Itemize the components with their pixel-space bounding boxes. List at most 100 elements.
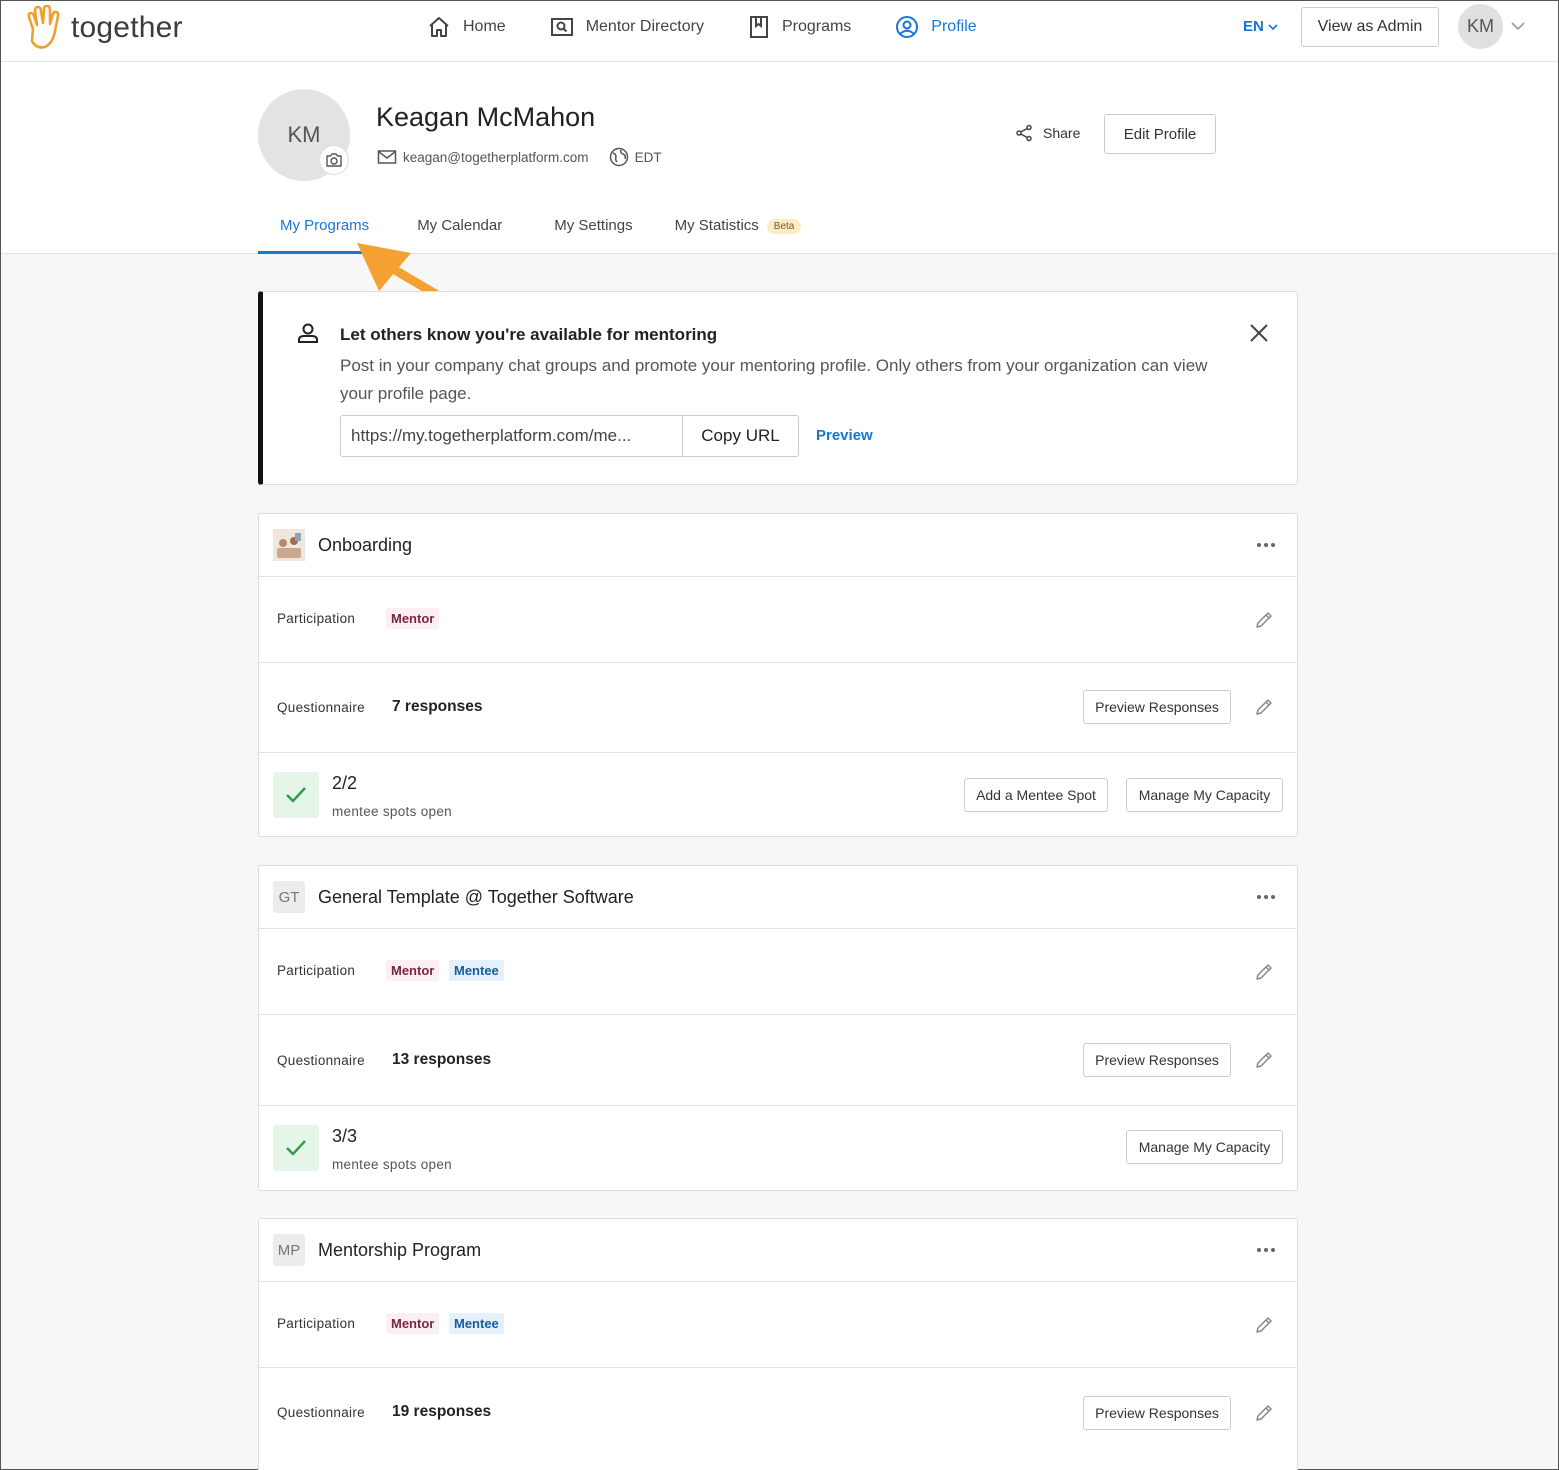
spots-label: mentee spots open bbox=[332, 804, 452, 819]
tab-my-statistics[interactable]: My Statistics Beta bbox=[655, 205, 824, 254]
program-card: GT General Template @ Together Software … bbox=[258, 865, 1298, 1191]
program-title: Onboarding bbox=[318, 535, 413, 555]
chevron-down-icon bbox=[1268, 23, 1278, 30]
user-circle-icon bbox=[896, 16, 919, 38]
edit-pencil-icon[interactable] bbox=[1253, 1402, 1275, 1424]
program-card: Onboarding Participation Mentor Question… bbox=[258, 513, 1298, 837]
questionnaire-label: Questionnaire bbox=[277, 1053, 365, 1068]
program-title: General Template @ Together Software bbox=[318, 887, 634, 907]
program-header: Onboarding bbox=[259, 514, 1297, 577]
mail-icon bbox=[377, 150, 397, 164]
program-thumbnail: GT bbox=[273, 881, 305, 913]
account-chevron-down-icon[interactable] bbox=[1511, 21, 1525, 31]
logo[interactable]: together bbox=[23, 5, 183, 51]
tab-my-settings-label: My Settings bbox=[554, 217, 633, 234]
globe-icon bbox=[609, 147, 628, 167]
edit-pencil-icon[interactable] bbox=[1253, 1049, 1275, 1071]
response-count: 19 responses bbox=[392, 1403, 492, 1420]
program-header: MP Mentorship Program bbox=[259, 1219, 1297, 1282]
preview-responses-button[interactable]: Preview Responses bbox=[1083, 690, 1231, 724]
hand-logo-icon bbox=[27, 5, 60, 49]
spots-label: mentee spots open bbox=[332, 1157, 452, 1172]
check-icon bbox=[286, 1140, 306, 1156]
program-header: GT General Template @ Together Software bbox=[259, 866, 1297, 929]
response-count: 7 responses bbox=[392, 698, 483, 715]
participation-label: Participation bbox=[277, 611, 356, 626]
home-icon bbox=[429, 17, 449, 37]
directory-icon bbox=[550, 18, 573, 36]
nav-home-label: Home bbox=[463, 18, 506, 35]
manage-capacity-button[interactable]: Manage My Capacity bbox=[1126, 1130, 1283, 1164]
nav-profile[interactable]: Profile bbox=[895, 15, 977, 39]
profile-meta: keagan@togetherplatform.com EDT bbox=[377, 147, 662, 167]
share-icon bbox=[1016, 124, 1032, 142]
share-label: Share bbox=[1043, 125, 1081, 141]
nav-programs-label: Programs bbox=[781, 18, 852, 35]
change-photo-button[interactable] bbox=[319, 145, 349, 175]
profile-header: KM Keagan McMahon keagan@togetherplatfor… bbox=[1, 62, 1558, 254]
capacity-row: 2/2 mentee spots open Add a Mentee Spot … bbox=[259, 753, 1297, 836]
notice-title: Let others know you're available for men… bbox=[340, 325, 718, 344]
language-selector[interactable]: EN bbox=[1243, 18, 1278, 35]
manage-capacity-button[interactable]: Manage My Capacity bbox=[1126, 778, 1283, 812]
profile-url-input[interactable] bbox=[340, 415, 683, 457]
tab-my-statistics-label: My Statistics bbox=[674, 217, 759, 234]
preview-responses-button[interactable]: Preview Responses bbox=[1083, 1396, 1231, 1430]
edit-profile-button[interactable]: Edit Profile bbox=[1104, 114, 1216, 154]
copy-url-button[interactable]: Copy URL bbox=[683, 415, 799, 457]
notice-text: Post in your company chat groups and pro… bbox=[340, 356, 1208, 403]
mentor-tag: Mentor bbox=[386, 960, 440, 981]
nav-programs[interactable]: Programs bbox=[748, 15, 851, 39]
more-options-icon[interactable] bbox=[1256, 1247, 1276, 1253]
profile-name: Keagan McMahon bbox=[376, 102, 596, 132]
nav-mentor-directory-label: Mentor Directory bbox=[585, 18, 704, 35]
questionnaire-row: Questionnaire 19 responses Preview Respo… bbox=[259, 1368, 1297, 1458]
mentee-tag: Mentee bbox=[449, 960, 504, 981]
response-count: 13 responses bbox=[392, 1051, 492, 1068]
capacity-row: 3/3 mentee spots open Manage My Capacity bbox=[259, 1106, 1297, 1190]
beta-badge: Beta bbox=[766, 219, 802, 234]
mentor-tag: Mentor bbox=[386, 1313, 440, 1334]
participation-row: Participation Mentor bbox=[259, 577, 1297, 663]
add-mentee-spot-button[interactable]: Add a Mentee Spot bbox=[964, 778, 1108, 812]
profile-timezone: EDT bbox=[634, 149, 662, 165]
questionnaire-row: Questionnaire 13 responses Preview Respo… bbox=[259, 1015, 1297, 1106]
view-as-admin-button[interactable]: View as Admin bbox=[1301, 7, 1439, 47]
top-navbar: together Home Mentor Directory Programs … bbox=[1, 1, 1558, 62]
nav-home[interactable]: Home bbox=[427, 16, 506, 38]
mentee-tag: Mentee bbox=[449, 1313, 504, 1334]
close-icon[interactable] bbox=[1248, 322, 1270, 344]
questionnaire-label: Questionnaire bbox=[277, 700, 365, 715]
logo-text: together bbox=[71, 11, 183, 44]
more-options-icon[interactable] bbox=[1256, 894, 1276, 900]
spots-count: 2/2 bbox=[332, 773, 358, 793]
tab-my-settings[interactable]: My Settings bbox=[524, 205, 654, 254]
edit-pencil-icon[interactable] bbox=[1253, 961, 1275, 983]
profile-url-group: Copy URL bbox=[340, 415, 799, 457]
check-icon bbox=[286, 787, 306, 803]
mentor-tag: Mentor bbox=[386, 608, 440, 629]
program-thumbnail: MP bbox=[273, 1234, 305, 1266]
edit-pencil-icon[interactable] bbox=[1253, 1314, 1275, 1336]
program-card: MP Mentorship Program Participation Ment… bbox=[258, 1218, 1298, 1470]
preview-responses-button[interactable]: Preview Responses bbox=[1083, 1043, 1231, 1077]
photo-thumbnail-icon bbox=[273, 529, 305, 561]
edit-pencil-icon[interactable] bbox=[1253, 696, 1275, 718]
nav-mentor-directory[interactable]: Mentor Directory bbox=[550, 16, 704, 38]
user-avatar[interactable]: KM bbox=[1458, 4, 1503, 49]
nav-profile-label: Profile bbox=[931, 18, 977, 35]
share-button[interactable]: Share bbox=[1015, 124, 1080, 142]
bookmark-icon bbox=[749, 16, 768, 38]
participation-label: Participation bbox=[277, 1316, 356, 1331]
questionnaire-row: Questionnaire 7 responses Preview Respon… bbox=[259, 663, 1297, 753]
capacity-status bbox=[273, 1125, 319, 1171]
mentoring-availability-notice: Let others know you're available for men… bbox=[258, 291, 1298, 485]
edit-pencil-icon[interactable] bbox=[1253, 609, 1275, 631]
program-title: Mentorship Program bbox=[318, 1240, 482, 1260]
more-options-icon[interactable] bbox=[1256, 542, 1276, 548]
profile-tabs: My Programs My Calendar My Settings My S… bbox=[258, 205, 823, 254]
camera-icon bbox=[326, 153, 342, 167]
preview-link[interactable]: Preview bbox=[816, 427, 873, 444]
person-icon bbox=[298, 323, 318, 343]
main-nav: Home Mentor Directory Programs Profile bbox=[427, 1, 1021, 53]
